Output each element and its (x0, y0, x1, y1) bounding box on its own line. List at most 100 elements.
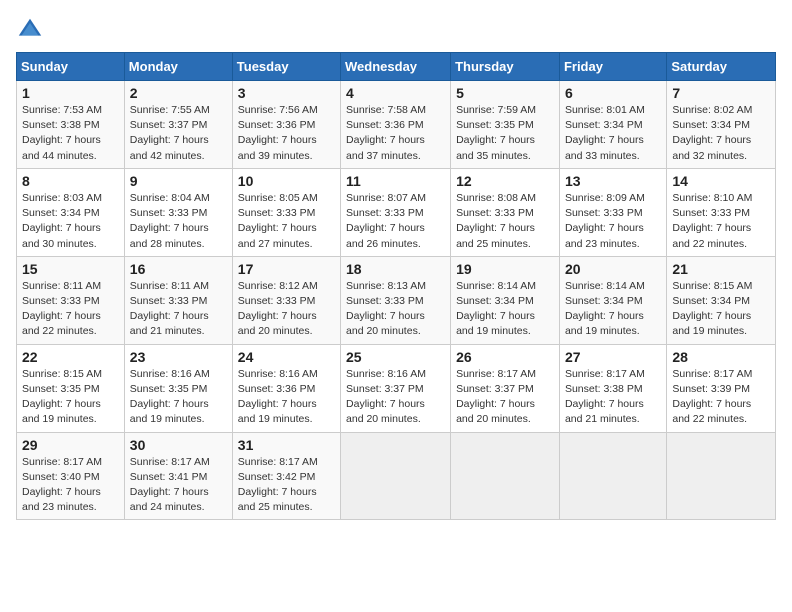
sunrise-label: Sunrise: 8:13 AM (346, 280, 426, 292)
sunset-label: Sunset: 3:37 PM (130, 119, 208, 131)
day-info: Sunrise: 8:15 AM Sunset: 3:34 PM Dayligh… (672, 279, 770, 340)
calendar-cell: 10 Sunrise: 8:05 AM Sunset: 3:33 PM Dayl… (232, 168, 340, 256)
sunrise-label: Sunrise: 8:15 AM (672, 280, 752, 292)
sunset-label: Sunset: 3:38 PM (22, 119, 100, 131)
daylight-label: Daylight: 7 hours and 32 minutes. (672, 134, 751, 161)
sunrise-label: Sunrise: 8:14 AM (565, 280, 645, 292)
daylight-label: Daylight: 7 hours and 19 minutes. (672, 310, 751, 337)
day-info: Sunrise: 7:58 AM Sunset: 3:36 PM Dayligh… (346, 103, 445, 164)
day-info: Sunrise: 7:55 AM Sunset: 3:37 PM Dayligh… (130, 103, 227, 164)
sunrise-label: Sunrise: 8:10 AM (672, 192, 752, 204)
daylight-label: Daylight: 7 hours and 21 minutes. (130, 310, 209, 337)
sunset-label: Sunset: 3:40 PM (22, 471, 100, 483)
sunset-label: Sunset: 3:34 PM (565, 295, 643, 307)
day-info: Sunrise: 7:56 AM Sunset: 3:36 PM Dayligh… (238, 103, 335, 164)
calendar-cell: 3 Sunrise: 7:56 AM Sunset: 3:36 PM Dayli… (232, 81, 340, 169)
weekday-header-tuesday: Tuesday (232, 53, 340, 81)
calendar-week-3: 15 Sunrise: 8:11 AM Sunset: 3:33 PM Dayl… (17, 256, 776, 344)
calendar-week-2: 8 Sunrise: 8:03 AM Sunset: 3:34 PM Dayli… (17, 168, 776, 256)
day-info: Sunrise: 8:17 AM Sunset: 3:39 PM Dayligh… (672, 367, 770, 428)
day-number: 16 (130, 261, 227, 277)
day-number: 20 (565, 261, 661, 277)
calendar-cell: 24 Sunrise: 8:16 AM Sunset: 3:36 PM Dayl… (232, 344, 340, 432)
daylight-label: Daylight: 7 hours and 19 minutes. (130, 398, 209, 425)
day-number: 24 (238, 349, 335, 365)
day-info: Sunrise: 8:16 AM Sunset: 3:36 PM Dayligh… (238, 367, 335, 428)
day-number: 17 (238, 261, 335, 277)
sunrise-label: Sunrise: 8:02 AM (672, 104, 752, 116)
day-number: 23 (130, 349, 227, 365)
day-number: 21 (672, 261, 770, 277)
logo (16, 16, 48, 44)
daylight-label: Daylight: 7 hours and 22 minutes. (672, 398, 751, 425)
calendar-week-4: 22 Sunrise: 8:15 AM Sunset: 3:35 PM Dayl… (17, 344, 776, 432)
sunset-label: Sunset: 3:41 PM (130, 471, 208, 483)
day-info: Sunrise: 8:14 AM Sunset: 3:34 PM Dayligh… (565, 279, 661, 340)
sunset-label: Sunset: 3:39 PM (672, 383, 750, 395)
day-info: Sunrise: 7:59 AM Sunset: 3:35 PM Dayligh… (456, 103, 554, 164)
daylight-label: Daylight: 7 hours and 24 minutes. (130, 486, 209, 513)
sunrise-label: Sunrise: 8:05 AM (238, 192, 318, 204)
daylight-label: Daylight: 7 hours and 37 minutes. (346, 134, 425, 161)
sunrise-label: Sunrise: 8:11 AM (130, 280, 209, 292)
sunset-label: Sunset: 3:35 PM (130, 383, 208, 395)
day-info: Sunrise: 8:17 AM Sunset: 3:42 PM Dayligh… (238, 455, 335, 516)
day-info: Sunrise: 8:17 AM Sunset: 3:41 PM Dayligh… (130, 455, 227, 516)
sunset-label: Sunset: 3:34 PM (22, 207, 100, 219)
daylight-label: Daylight: 7 hours and 22 minutes. (22, 310, 101, 337)
daylight-label: Daylight: 7 hours and 27 minutes. (238, 222, 317, 249)
sunset-label: Sunset: 3:42 PM (238, 471, 316, 483)
sunset-label: Sunset: 3:33 PM (346, 295, 424, 307)
day-info: Sunrise: 8:11 AM Sunset: 3:33 PM Dayligh… (130, 279, 227, 340)
calendar-cell: 30 Sunrise: 8:17 AM Sunset: 3:41 PM Dayl… (124, 432, 232, 520)
calendar-cell: 8 Sunrise: 8:03 AM Sunset: 3:34 PM Dayli… (17, 168, 125, 256)
weekday-header-wednesday: Wednesday (341, 53, 451, 81)
daylight-label: Daylight: 7 hours and 19 minutes. (456, 310, 535, 337)
daylight-label: Daylight: 7 hours and 20 minutes. (238, 310, 317, 337)
sunset-label: Sunset: 3:33 PM (130, 207, 208, 219)
day-info: Sunrise: 8:07 AM Sunset: 3:33 PM Dayligh… (346, 191, 445, 252)
page-header (16, 16, 776, 44)
sunrise-label: Sunrise: 8:09 AM (565, 192, 645, 204)
day-number: 9 (130, 173, 227, 189)
weekday-header-saturday: Saturday (667, 53, 776, 81)
daylight-label: Daylight: 7 hours and 20 minutes. (346, 398, 425, 425)
calendar-cell: 20 Sunrise: 8:14 AM Sunset: 3:34 PM Dayl… (559, 256, 666, 344)
sunset-label: Sunset: 3:33 PM (130, 295, 208, 307)
daylight-label: Daylight: 7 hours and 26 minutes. (346, 222, 425, 249)
sunrise-label: Sunrise: 8:11 AM (22, 280, 101, 292)
calendar-header: SundayMondayTuesdayWednesdayThursdayFrid… (17, 53, 776, 81)
sunset-label: Sunset: 3:36 PM (346, 119, 424, 131)
daylight-label: Daylight: 7 hours and 19 minutes. (22, 398, 101, 425)
sunrise-label: Sunrise: 8:17 AM (130, 456, 210, 468)
day-info: Sunrise: 8:17 AM Sunset: 3:37 PM Dayligh… (456, 367, 554, 428)
calendar-cell: 28 Sunrise: 8:17 AM Sunset: 3:39 PM Dayl… (667, 344, 776, 432)
day-info: Sunrise: 8:16 AM Sunset: 3:37 PM Dayligh… (346, 367, 445, 428)
daylight-label: Daylight: 7 hours and 42 minutes. (130, 134, 209, 161)
day-number: 28 (672, 349, 770, 365)
day-number: 31 (238, 437, 335, 453)
weekday-header-row: SundayMondayTuesdayWednesdayThursdayFrid… (17, 53, 776, 81)
calendar-cell: 5 Sunrise: 7:59 AM Sunset: 3:35 PM Dayli… (451, 81, 560, 169)
day-number: 15 (22, 261, 119, 277)
day-number: 27 (565, 349, 661, 365)
calendar-cell (559, 432, 666, 520)
day-number: 29 (22, 437, 119, 453)
sunrise-label: Sunrise: 8:07 AM (346, 192, 426, 204)
daylight-label: Daylight: 7 hours and 21 minutes. (565, 398, 644, 425)
daylight-label: Daylight: 7 hours and 19 minutes. (565, 310, 644, 337)
day-info: Sunrise: 8:01 AM Sunset: 3:34 PM Dayligh… (565, 103, 661, 164)
day-info: Sunrise: 7:53 AM Sunset: 3:38 PM Dayligh… (22, 103, 119, 164)
sunrise-label: Sunrise: 7:55 AM (130, 104, 210, 116)
sunrise-label: Sunrise: 7:53 AM (22, 104, 102, 116)
calendar-cell: 31 Sunrise: 8:17 AM Sunset: 3:42 PM Dayl… (232, 432, 340, 520)
calendar-week-5: 29 Sunrise: 8:17 AM Sunset: 3:40 PM Dayl… (17, 432, 776, 520)
sunset-label: Sunset: 3:33 PM (238, 295, 316, 307)
day-info: Sunrise: 8:05 AM Sunset: 3:33 PM Dayligh… (238, 191, 335, 252)
calendar-cell: 26 Sunrise: 8:17 AM Sunset: 3:37 PM Dayl… (451, 344, 560, 432)
day-number: 10 (238, 173, 335, 189)
sunrise-label: Sunrise: 8:04 AM (130, 192, 210, 204)
day-info: Sunrise: 8:11 AM Sunset: 3:33 PM Dayligh… (22, 279, 119, 340)
daylight-label: Daylight: 7 hours and 23 minutes. (22, 486, 101, 513)
day-info: Sunrise: 8:03 AM Sunset: 3:34 PM Dayligh… (22, 191, 119, 252)
